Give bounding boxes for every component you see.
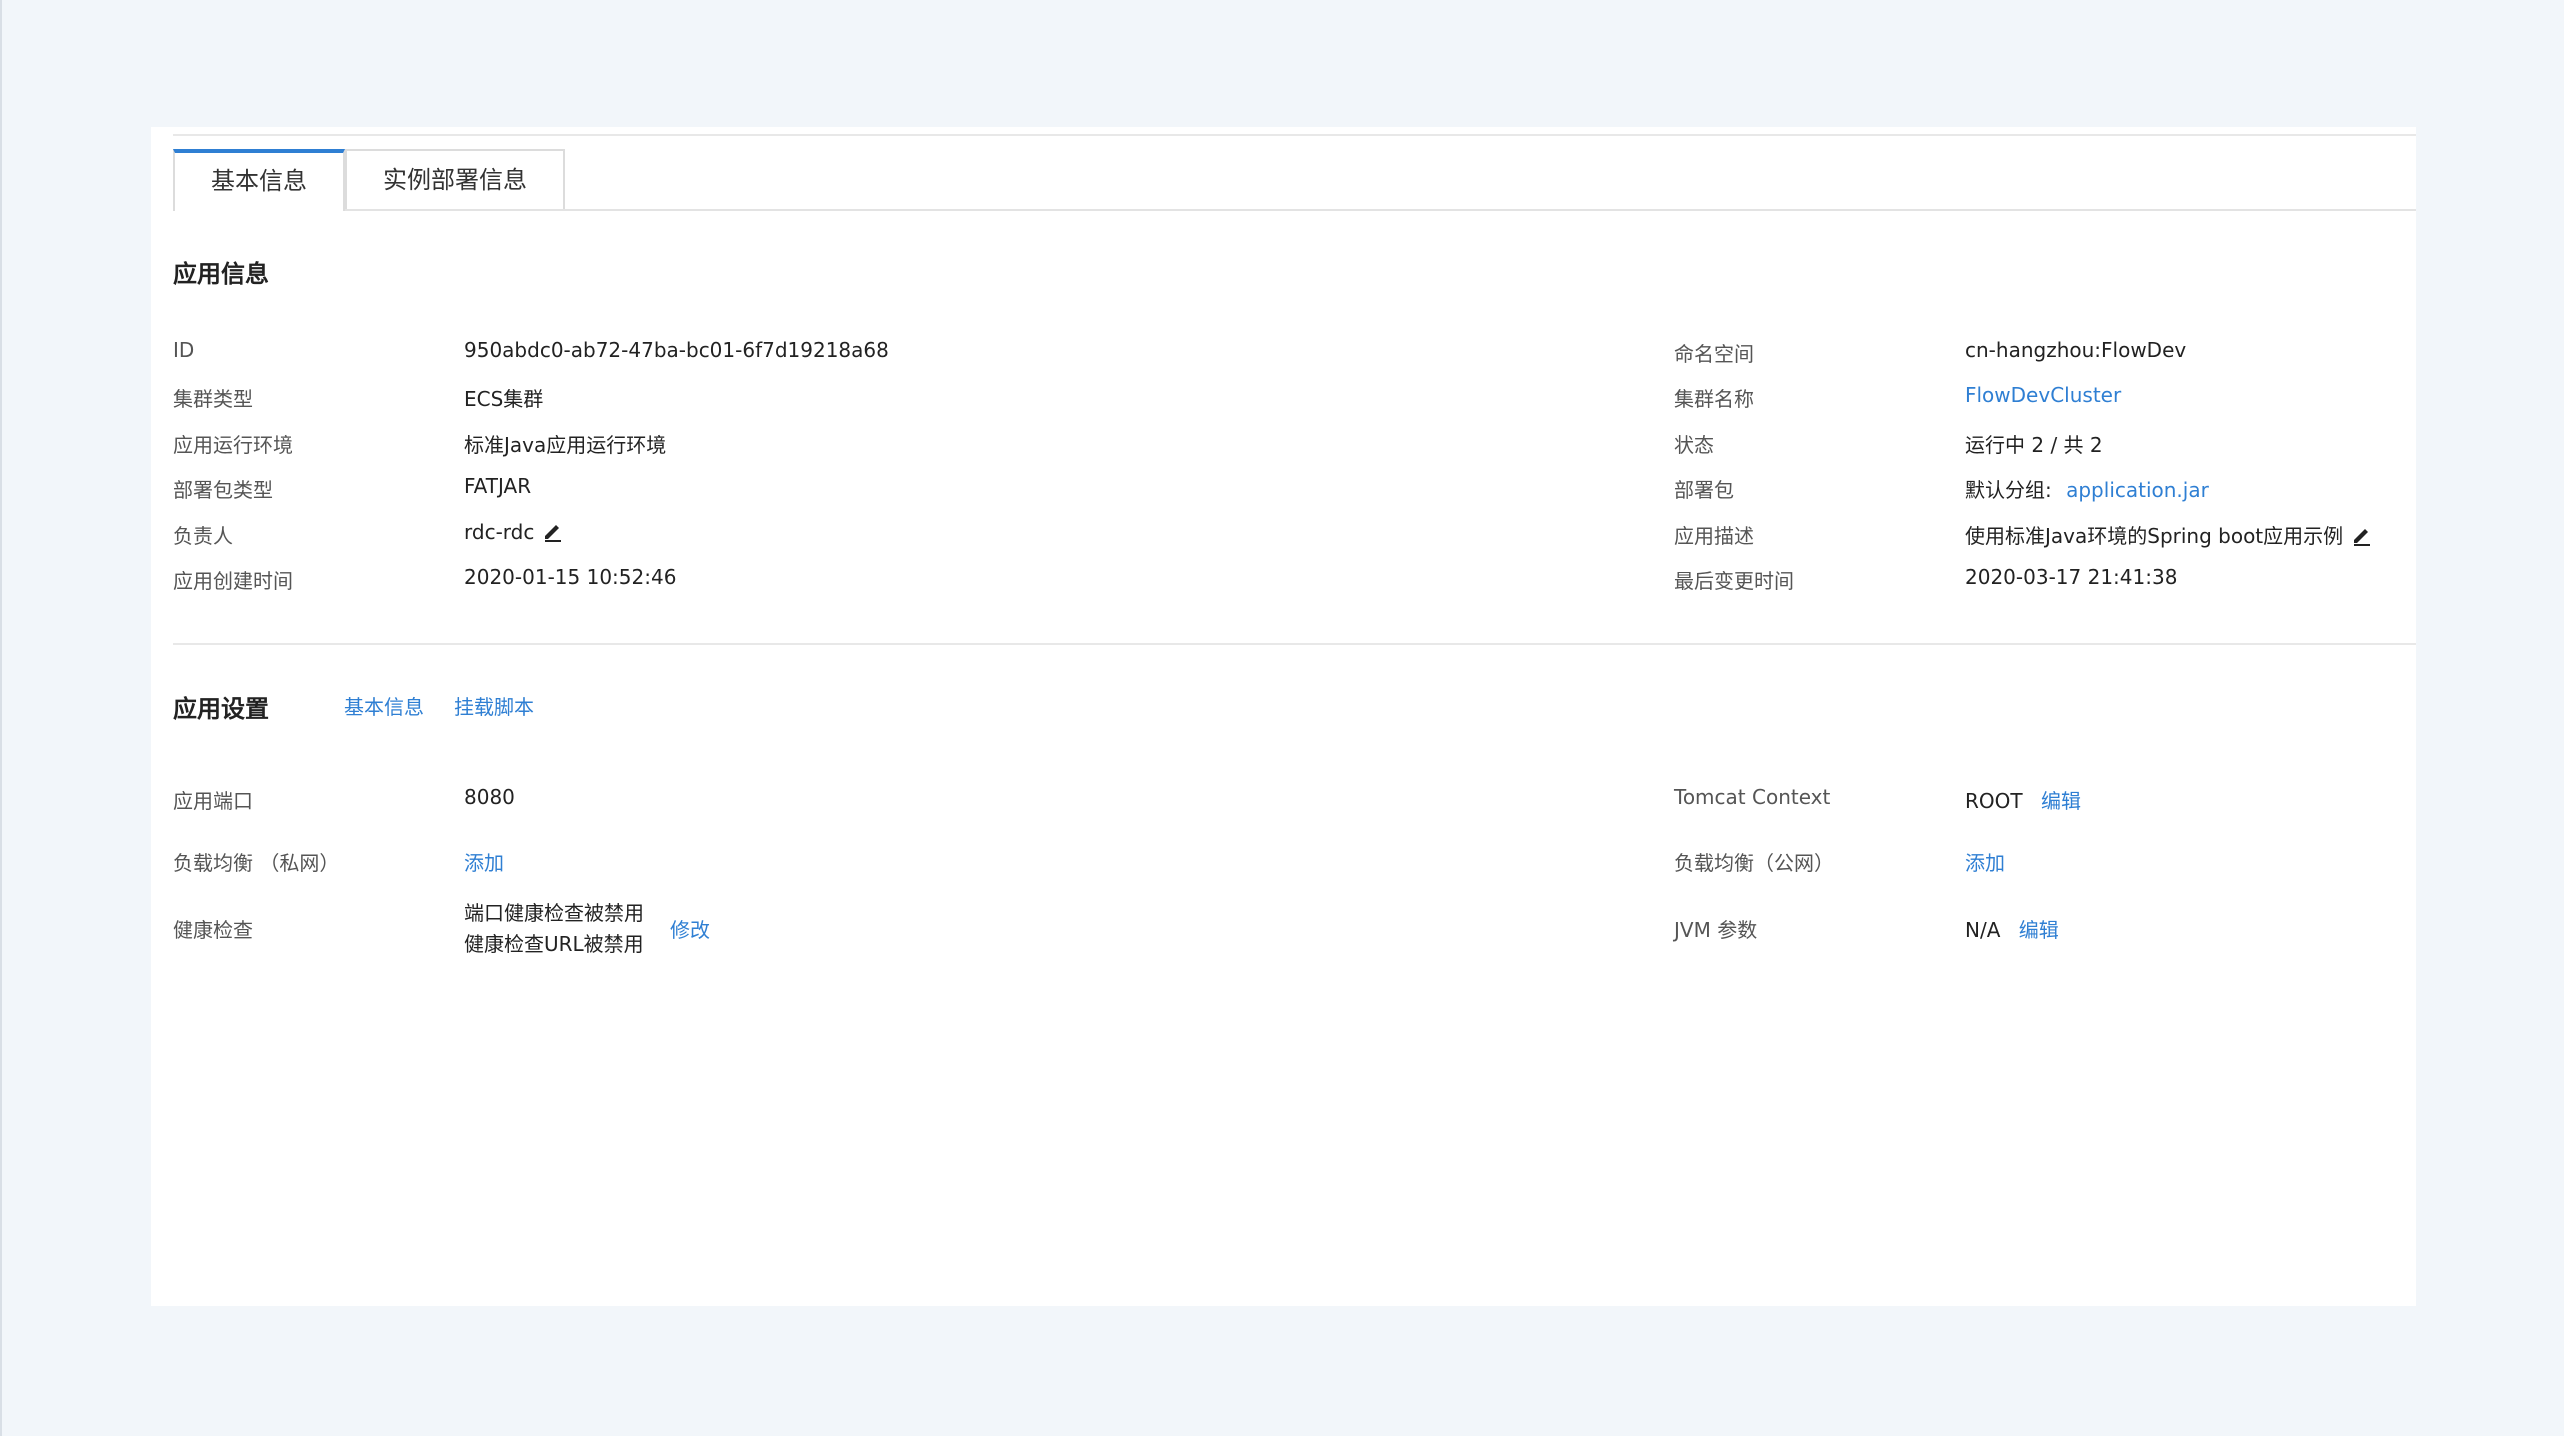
label-namespace: 命名空间 [1674, 342, 1754, 366]
label-last-modified: 最后变更时间 [1674, 569, 1794, 593]
value-tomcat-context: ROOT [1965, 789, 2023, 813]
label-cluster-type: 集群类型 [173, 387, 253, 411]
tab-bar: 基本信息 实例部署信息 [173, 149, 2416, 211]
label-app-port: 应用端口 [173, 789, 253, 813]
value-created-time: 2020-01-15 10:52:46 [464, 565, 677, 589]
label-description: 应用描述 [1674, 524, 1754, 548]
health-url-disabled: 健康检查URL被禁用 [464, 932, 644, 956]
label-status: 状态 [1674, 433, 1714, 457]
label-health-check: 健康检查 [173, 918, 253, 942]
label-package-type: 部署包类型 [173, 478, 273, 502]
description-row: 使用标准Java环境的Spring boot应用示例 [1965, 520, 2373, 549]
health-check-status: 端口健康检查被禁用 健康检查URL被禁用 [464, 898, 644, 960]
value-cluster-type: ECS集群 [464, 387, 544, 411]
value-app-port: 8080 [464, 785, 515, 809]
package-row: 默认分组: application.jar [1965, 474, 2209, 503]
label-cluster-name: 集群名称 [1674, 387, 1754, 411]
app-detail-panel: 基本信息 实例部署信息 应用信息 ID 950abdc0-ab72-47ba-b… [151, 127, 2416, 1306]
value-id: 950abdc0-ab72-47ba-bc01-6f7d19218a68 [464, 338, 889, 362]
settings-basic-info-link[interactable]: 基本信息 [344, 691, 424, 720]
tab-basic-info[interactable]: 基本信息 [173, 149, 345, 211]
add-slb-private-link[interactable]: 添加 [464, 847, 504, 876]
top-divider [173, 134, 2416, 136]
edit-jvm-params-link[interactable]: 编辑 [2019, 918, 2059, 942]
value-status: 运行中 2 / 共 2 [1965, 433, 2103, 457]
window-left-edge [0, 0, 2, 1436]
value-namespace: cn-hangzhou:FlowDev [1965, 338, 2187, 362]
value-runtime-env: 标准Java应用运行环境 [464, 433, 667, 457]
tab-instance-deploy-info[interactable]: 实例部署信息 [345, 149, 565, 209]
owner-row: rdc-rdc [464, 520, 564, 544]
health-port-disabled: 端口健康检查被禁用 [464, 901, 644, 925]
value-description: 使用标准Java环境的Spring boot应用示例 [1965, 524, 2344, 548]
section-title-app-info: 应用信息 [173, 260, 269, 288]
value-last-modified: 2020-03-17 21:41:38 [1965, 565, 2178, 589]
label-tomcat-context: Tomcat Context [1674, 785, 1831, 809]
tomcat-row: ROOT 编辑 [1965, 785, 2081, 814]
label-jvm-params: JVM 参数 [1674, 918, 1758, 942]
edit-owner-pencil-icon[interactable] [542, 520, 564, 542]
modify-health-check-link[interactable]: 修改 [670, 914, 710, 943]
value-jvm-params: N/A [1965, 918, 2001, 942]
label-slb-private: 负载均衡 （私网） [173, 851, 340, 875]
settings-mount-script-link[interactable]: 挂载脚本 [454, 691, 534, 720]
label-created-time: 应用创建时间 [173, 569, 293, 593]
label-slb-public: 负载均衡（公网） [1674, 851, 1834, 875]
label-owner: 负责人 [173, 524, 233, 548]
package-file-link[interactable]: application.jar [2066, 478, 2209, 502]
package-group-prefix: 默认分组: [1965, 478, 2052, 502]
section-divider [173, 643, 2416, 645]
edit-description-pencil-icon[interactable] [2351, 524, 2373, 546]
edit-tomcat-context-link[interactable]: 编辑 [2041, 789, 2081, 813]
label-id: ID [173, 338, 195, 362]
value-package-type: FATJAR [464, 474, 532, 498]
add-slb-public-link[interactable]: 添加 [1965, 847, 2005, 876]
label-runtime-env: 应用运行环境 [173, 433, 293, 457]
value-owner: rdc-rdc [464, 520, 535, 544]
label-package: 部署包 [1674, 478, 1734, 502]
cluster-name-link[interactable]: FlowDevCluster [1965, 383, 2121, 407]
section-title-app-settings: 应用设置 [173, 695, 269, 723]
jvm-row: N/A 编辑 [1965, 914, 2059, 943]
